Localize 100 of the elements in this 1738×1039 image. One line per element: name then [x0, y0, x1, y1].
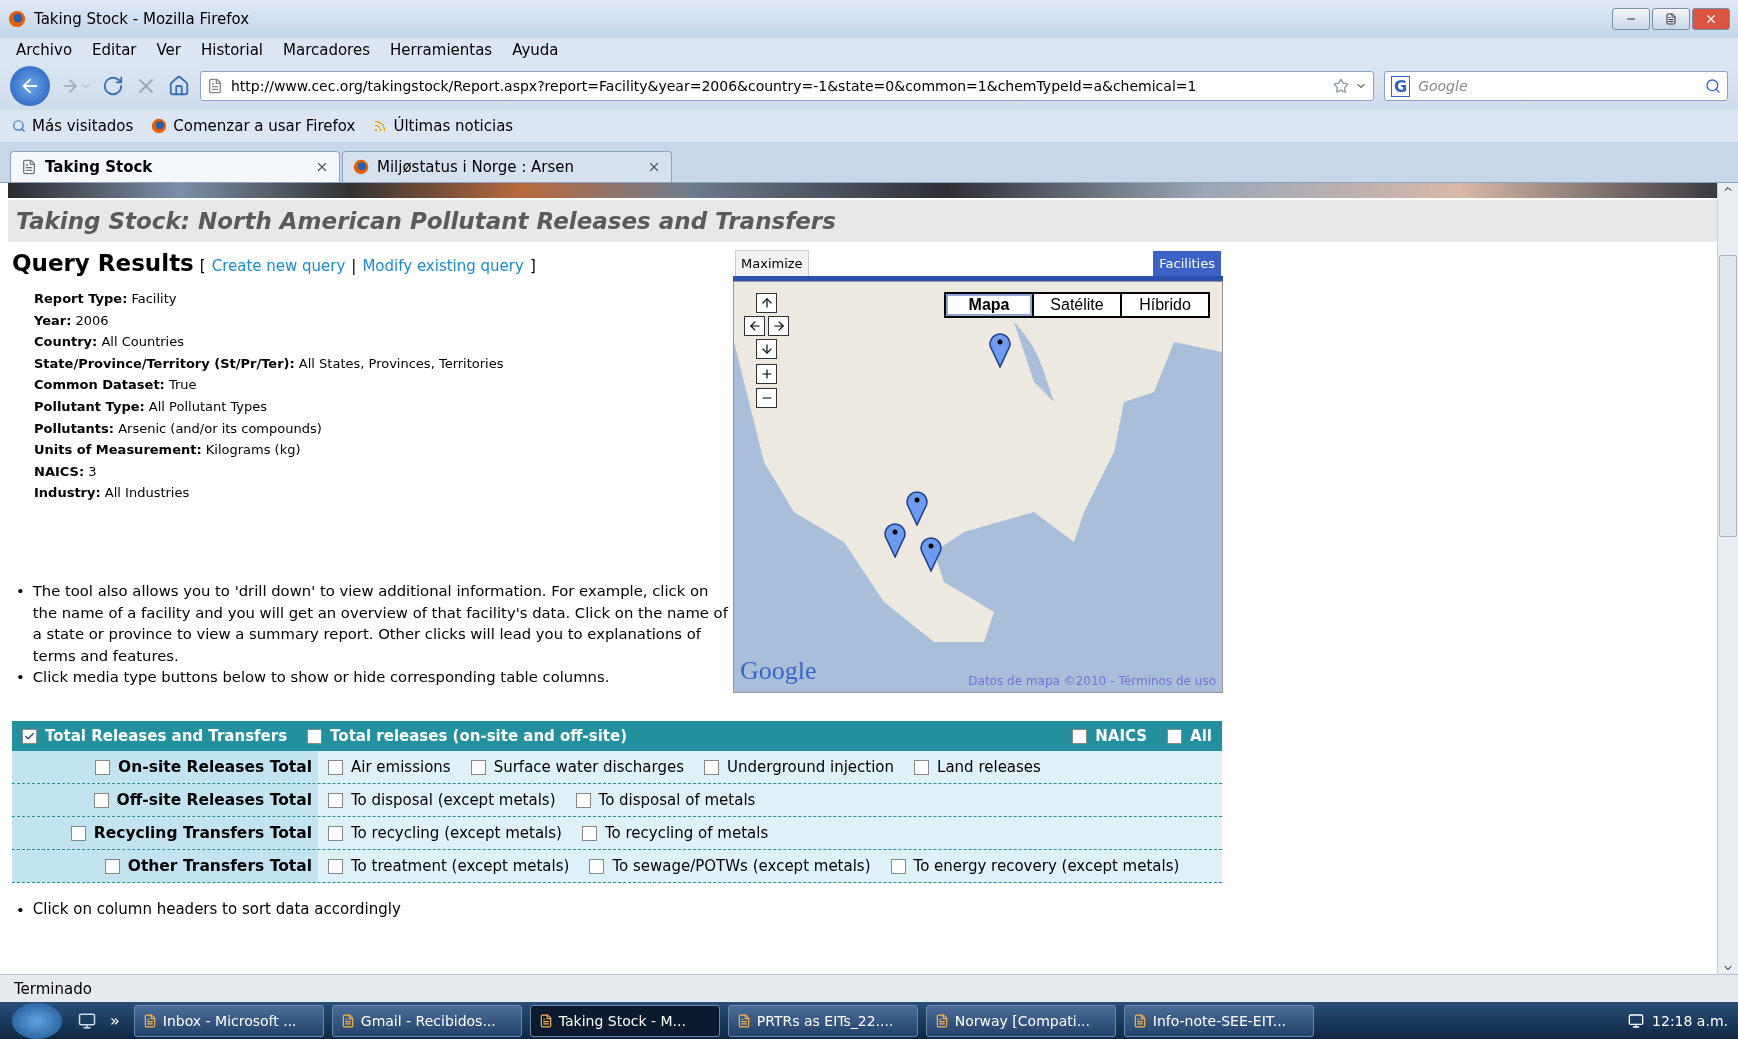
- map-pin-icon[interactable]: [906, 490, 928, 526]
- scroll-thumb[interactable]: [1719, 255, 1737, 537]
- checkbox[interactable]: [589, 858, 605, 874]
- bookmark-link[interactable]: Más visitados: [12, 117, 134, 135]
- zoom-in-button[interactable]: [756, 364, 777, 384]
- checkbox[interactable]: [22, 728, 37, 744]
- more-text[interactable]: »: [110, 1011, 120, 1030]
- checkbox[interactable]: [95, 759, 111, 775]
- modify-query-link[interactable]: Modify existing query: [362, 257, 524, 275]
- filter-option[interactable]: To sewage/POTWs (except metals): [589, 857, 871, 875]
- taskbar-button[interactable]: Info-note-SEE-EIT...: [1123, 1004, 1314, 1037]
- filter-option[interactable]: To energy recovery (except metals): [890, 857, 1180, 875]
- create-query-link[interactable]: Create new query: [211, 257, 346, 275]
- checkbox[interactable]: [307, 728, 323, 744]
- filter-option[interactable]: On-site Releases Total: [95, 758, 312, 776]
- checkbox[interactable]: [93, 792, 109, 808]
- filter-option[interactable]: To recycling (except metals): [328, 824, 562, 842]
- help-note: The tool also allows you to 'drill down' to view additional information. For example, click on the name of a facility and you will get an overview of that facility's data. Click on the name of a state or province to view a summary report. Other clicks will lead you to explanations of terms and features.: [32, 580, 730, 666]
- checkbox[interactable]: [470, 759, 486, 775]
- search-bar[interactable]: G Google: [1384, 71, 1728, 101]
- pan-right-button[interactable]: [768, 316, 789, 336]
- menu-item[interactable]: Marcadores: [275, 41, 378, 59]
- pan-up-button[interactable]: [756, 293, 777, 313]
- filter-option[interactable]: Air emissions: [328, 758, 451, 776]
- search-icon[interactable]: [1705, 78, 1721, 94]
- filter-option[interactable]: Off-site Releases Total: [93, 791, 312, 809]
- facilities-tab[interactable]: Facilities: [1153, 251, 1221, 276]
- filter-option[interactable]: Land releases: [914, 758, 1041, 776]
- map-type-button[interactable]: Mapa: [944, 292, 1034, 318]
- zoom-out-button[interactable]: [756, 388, 777, 408]
- minimize-button[interactable]: [1612, 8, 1650, 30]
- reload-button[interactable]: [102, 75, 124, 97]
- home-icon: [168, 75, 190, 97]
- menu-item[interactable]: Editar: [84, 41, 145, 59]
- checkbox[interactable]: [104, 858, 120, 874]
- filter-option[interactable]: NAICS: [1072, 727, 1148, 745]
- bookmark-link[interactable]: Últimas noticias: [373, 117, 514, 135]
- document-icon: [142, 1013, 157, 1028]
- checkbox[interactable]: [575, 792, 591, 808]
- star-icon[interactable]: [1333, 78, 1349, 94]
- filter-option[interactable]: All: [1167, 727, 1212, 745]
- desktop-icon[interactable]: [78, 1011, 96, 1030]
- bookmark-link[interactable]: Comenzar a usar Firefox: [151, 117, 356, 135]
- map-type-button[interactable]: Híbrido: [1120, 292, 1210, 318]
- bracket-text: ]: [529, 257, 536, 275]
- filter-option[interactable]: Underground injection: [704, 758, 895, 776]
- bullet-text: •: [16, 580, 25, 601]
- filter-option[interactable]: Total releases (on-site and off-site): [307, 727, 627, 745]
- filter-option[interactable]: To treatment (except metals): [328, 857, 570, 875]
- filter-option[interactable]: To recycling of metals: [581, 824, 769, 842]
- checkbox[interactable]: [890, 858, 906, 874]
- checkbox[interactable]: [581, 825, 597, 841]
- checkbox[interactable]: [328, 759, 343, 775]
- menu-item[interactable]: Historial: [193, 41, 271, 59]
- pan-down-button[interactable]: [756, 339, 777, 359]
- maximize-button[interactable]: Maximize: [735, 250, 809, 276]
- checkbox[interactable]: [70, 825, 86, 841]
- browser-tab[interactable]: Taking Stock: [10, 151, 340, 182]
- checkbox[interactable]: [328, 858, 343, 874]
- map-type-button[interactable]: Satélite: [1032, 292, 1122, 318]
- filter-option[interactable]: Surface water discharges: [470, 758, 684, 776]
- checkbox[interactable]: [914, 759, 930, 775]
- separator-text: |: [351, 257, 357, 275]
- close-tab-icon[interactable]: [647, 160, 661, 174]
- close-tab-icon[interactable]: [315, 160, 329, 174]
- page-icon: [207, 78, 223, 94]
- filter-option[interactable]: To disposal (except metals): [328, 791, 556, 809]
- pan-left-button[interactable]: [744, 316, 765, 336]
- filter-option[interactable]: Recycling Transfers Total: [70, 824, 312, 842]
- taskbar-button[interactable]: Taking Stock - M...: [529, 1004, 720, 1037]
- search-engine-button[interactable]: G: [1391, 75, 1411, 97]
- map-view[interactable]: Mapa Satélite Híbrido Google Datos de mapa ©2010 - Términos de uso: [733, 281, 1223, 693]
- checkbox[interactable]: [704, 759, 719, 775]
- map-pin-icon[interactable]: [989, 332, 1011, 368]
- menu-item[interactable]: Ayuda: [504, 41, 567, 59]
- right-arrow-icon: [771, 319, 786, 333]
- taskbar-button[interactable]: PRTRs as EITs_22....: [727, 1004, 918, 1037]
- checkbox[interactable]: [328, 825, 343, 841]
- back-button[interactable]: [10, 66, 50, 106]
- browser-tab[interactable]: Miljøstatus i Norge : Arsen: [342, 151, 672, 182]
- scrollbar[interactable]: [1717, 183, 1738, 974]
- start-button[interactable]: [12, 1002, 62, 1039]
- home-button[interactable]: [168, 75, 190, 97]
- address-bar[interactable]: http://www.cec.org/takingstock/Report.aspx?report=Facility&year=2006&country=-1&state=0&common=1&chemTypeId=a&chemical=1: [200, 71, 1374, 101]
- menu-item[interactable]: Archivo: [8, 41, 81, 59]
- filter-option[interactable]: To disposal of metals: [575, 791, 756, 809]
- map-pin-icon[interactable]: [884, 522, 906, 558]
- checkbox[interactable]: [328, 792, 343, 808]
- taskbar-button[interactable]: Gmail - Recibidos...: [331, 1004, 522, 1037]
- menu-item[interactable]: Ver: [148, 41, 189, 59]
- checkbox[interactable]: [1167, 728, 1183, 744]
- checkbox[interactable]: [1072, 728, 1088, 744]
- taskbar-button[interactable]: Norway [Compati...: [925, 1004, 1116, 1037]
- close-button[interactable]: [1692, 8, 1730, 30]
- map-pin-icon[interactable]: [920, 536, 942, 572]
- filter-option[interactable]: Total Releases and Transfers: [22, 727, 288, 745]
- filter-option[interactable]: Other Transfers Total: [104, 857, 312, 875]
- menu-item[interactable]: Herramientas: [382, 41, 501, 59]
- restore-button[interactable]: [1652, 8, 1690, 30]
- taskbar-button[interactable]: Inbox - Microsoft ...: [133, 1004, 324, 1037]
